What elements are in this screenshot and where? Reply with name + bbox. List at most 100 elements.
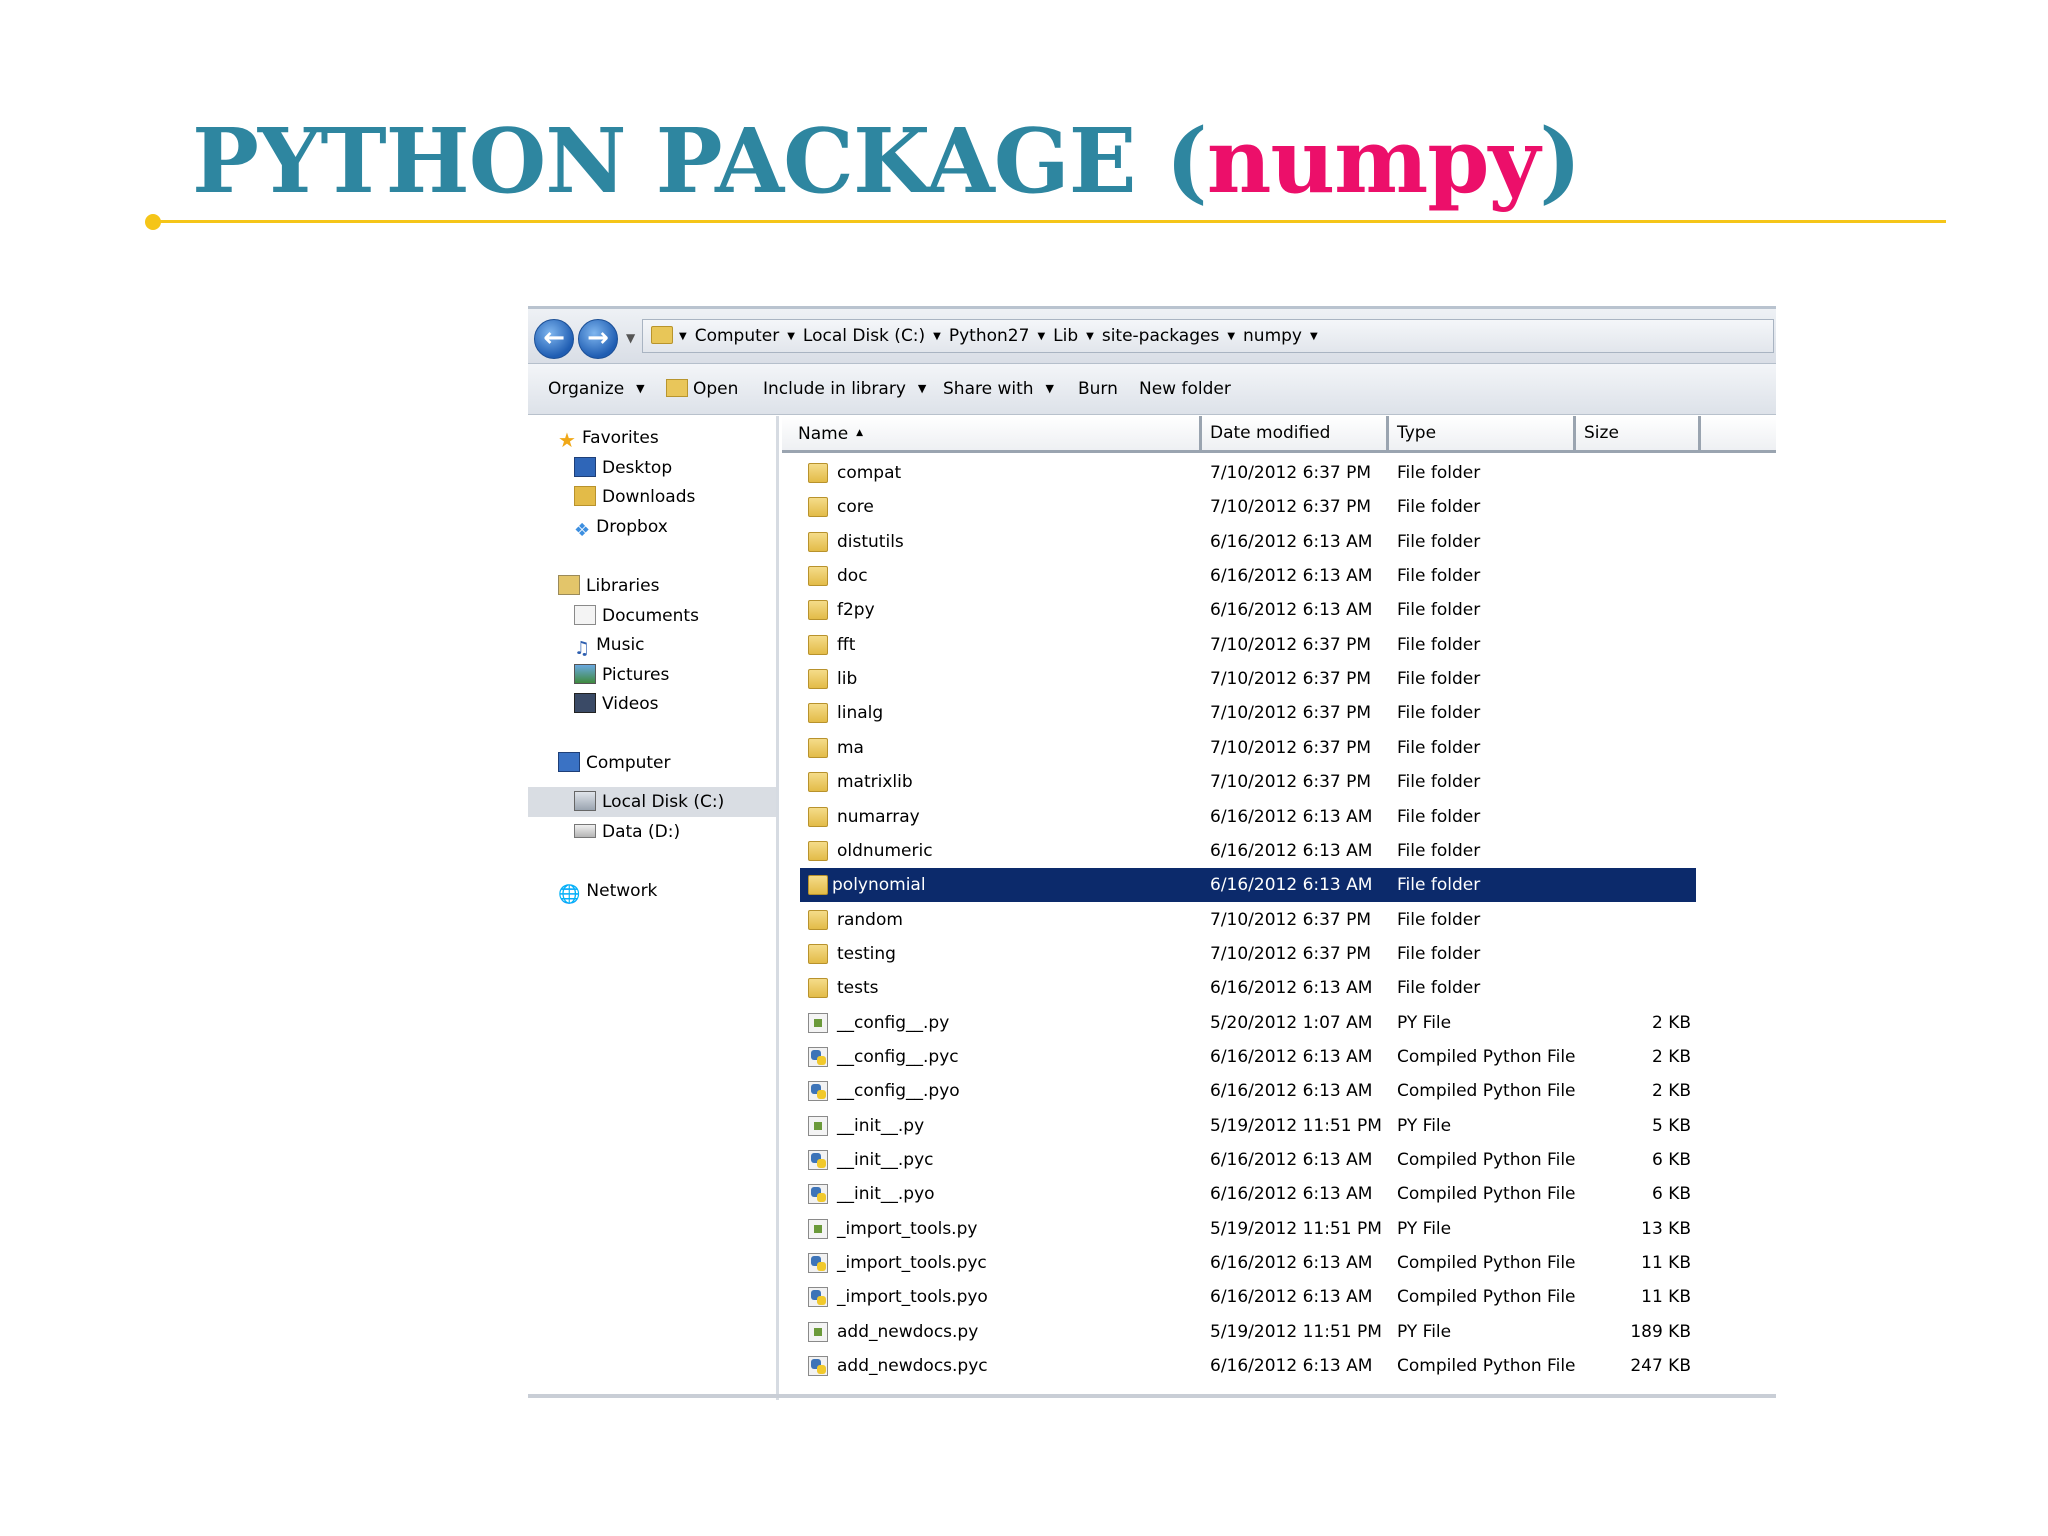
column-type[interactable]: Type — [1389, 416, 1576, 450]
file-row[interactable]: matrixlib 7/10/2012 6:37 PM File folder — [782, 765, 1776, 799]
file-row[interactable]: oldnumeric 6/16/2012 6:13 AM File folder — [782, 834, 1776, 868]
file-type: Compiled Python File — [1397, 1356, 1576, 1377]
nav-dropbox[interactable]: ❖ Dropbox — [574, 514, 668, 541]
file-row[interactable]: lib 7/10/2012 6:37 PM File folder — [782, 662, 1776, 696]
file-row[interactable]: numarray 6/16/2012 6:13 AM File folder — [782, 800, 1776, 834]
title-underline — [150, 220, 1946, 223]
breadcrumb-separator-icon[interactable]: ▼ — [933, 331, 941, 342]
file-size: 11 KB — [1641, 1287, 1691, 1308]
file-row[interactable]: __config__.pyo 6/16/2012 6:13 AM Compiled … — [782, 1074, 1776, 1108]
file-name: add_newdocs.py — [837, 1321, 979, 1342]
nav-music-label: Music — [596, 635, 645, 655]
file-row[interactable]: __config__.pyc 6/16/2012 6:13 AM Compiled … — [782, 1040, 1776, 1074]
breadcrumb-separator-icon[interactable]: ▼ — [1227, 331, 1235, 342]
file-row[interactable]: core 7/10/2012 6:37 PM File folder — [782, 490, 1776, 524]
nav-desktop[interactable]: Desktop — [574, 455, 672, 481]
file-size: 247 KB — [1630, 1356, 1691, 1377]
breadcrumb-item[interactable]: Computer — [695, 326, 780, 346]
file-date-modified: 7/10/2012 6:37 PM — [1210, 497, 1372, 518]
file-row[interactable]: tests 6/16/2012 6:13 AM File folder — [782, 971, 1776, 1005]
python-file-icon — [808, 1321, 828, 1342]
file-date-modified: 7/10/2012 6:37 PM — [1210, 772, 1372, 793]
file-type: File folder — [1397, 806, 1481, 827]
file-type: File folder — [1397, 634, 1481, 655]
compiled-python-icon — [808, 1253, 828, 1274]
nav-pictures[interactable]: Pictures — [574, 662, 669, 688]
folder-icon — [808, 566, 828, 587]
nav-computer[interactable]: Computer — [558, 750, 671, 776]
file-row[interactable]: add_newdocs.py 5/19/2012 11:51 PM PY File 1… — [782, 1315, 1776, 1349]
breadcrumb-separator-icon[interactable]: ▼ — [1310, 331, 1318, 342]
address-bar[interactable]: ▼ Computer ▼ Local Disk (C:) ▼ Python27 ▼ Lib ▼ s… — [642, 319, 1774, 353]
burn-button[interactable]: Burn — [1078, 379, 1118, 399]
chevron-down-icon: ▼ — [636, 382, 645, 395]
breadcrumb-item[interactable]: Lib — [1053, 326, 1078, 346]
file-row[interactable]: doc 6/16/2012 6:13 AM File folder — [782, 559, 1776, 593]
file-row[interactable]: __config__.py 5/20/2012 1:07 AM PY File 2 K… — [782, 1006, 1776, 1040]
file-size: 5 KB — [1651, 1115, 1691, 1136]
column-size[interactable]: Size — [1576, 416, 1701, 450]
nav-favorites[interactable]: ★ Favorites — [558, 425, 659, 452]
file-row[interactable]: f2py 6/16/2012 6:13 AM File folder — [782, 593, 1776, 627]
file-date-modified: 5/19/2012 11:51 PM — [1210, 1321, 1382, 1342]
file-row[interactable]: ma 7/10/2012 6:37 PM File folder — [782, 731, 1776, 765]
desktop-icon — [574, 457, 596, 477]
file-type: File folder — [1397, 600, 1481, 621]
nav-downloads[interactable]: Downloads — [574, 484, 695, 510]
file-row[interactable]: fft 7/10/2012 6:37 PM File folder — [782, 628, 1776, 662]
file-row[interactable]: testing 7/10/2012 6:37 PM File folder — [782, 937, 1776, 971]
folder-icon — [808, 909, 828, 930]
file-row[interactable]: _import_tools.pyo 6/16/2012 6:13 AM Compil… — [782, 1280, 1776, 1314]
file-row[interactable]: distutils 6/16/2012 6:13 AM File folder — [782, 525, 1776, 559]
file-size: 13 KB — [1641, 1218, 1691, 1239]
nav-downloads-label: Downloads — [602, 487, 696, 507]
file-name: oldnumeric — [837, 840, 933, 861]
file-size: 2 KB — [1651, 1081, 1691, 1102]
back-arrow-icon[interactable]: ← — [534, 319, 574, 359]
file-name: compat — [837, 463, 902, 483]
nav-libraries[interactable]: Libraries — [558, 573, 659, 599]
file-row[interactable]: __init__.pyo 6/16/2012 6:13 AM Compiled Py… — [782, 1177, 1776, 1211]
organize-button[interactable]: Organize ▼ — [548, 379, 645, 399]
nav-music[interactable]: ♫ Music — [574, 632, 645, 659]
nav-network[interactable]: 🌐 Network — [558, 878, 657, 905]
file-row[interactable]: compat 7/10/2012 6:37 PM File folder — [782, 456, 1776, 490]
file-date-modified: 5/20/2012 1:07 AM — [1210, 1012, 1373, 1033]
videos-icon — [574, 693, 596, 713]
file-row[interactable]: _import_tools.py 5/19/2012 11:51 PM PY Fil… — [782, 1212, 1776, 1246]
breadcrumb-item[interactable]: Local Disk (C:) — [803, 326, 925, 346]
nav-data-disk[interactable]: Data (D:) — [574, 819, 680, 845]
file-row[interactable]: __init__.py 5/19/2012 11:51 PM PY File 5 KB — [782, 1109, 1776, 1143]
file-row[interactable]: add_newdocs.pyc 6/16/2012 6:13 AM Compiled… — [782, 1349, 1776, 1383]
folder-icon — [808, 634, 828, 655]
breadcrumb-separator-icon[interactable]: ▼ — [1037, 331, 1045, 342]
new-folder-button[interactable]: New folder — [1139, 379, 1231, 399]
breadcrumb-separator-icon[interactable]: ▼ — [679, 331, 687, 342]
include-in-library-button[interactable]: Include in library ▼ — [763, 379, 926, 399]
column-date-modified[interactable]: Date modified — [1202, 416, 1389, 450]
share-with-button[interactable]: Share with ▼ — [943, 379, 1054, 399]
forward-arrow-icon[interactable]: → — [578, 319, 618, 359]
file-name: ma — [837, 737, 864, 758]
include-in-library-label: Include in library — [763, 379, 906, 399]
breadcrumb-separator-icon[interactable]: ▼ — [1086, 331, 1094, 342]
file-row[interactable]: polynomial 6/16/2012 6:13 AM File folder — [800, 868, 1696, 903]
column-name[interactable]: Name ▲ — [782, 416, 1202, 450]
nav-local-disk[interactable]: Local Disk (C:) — [574, 789, 724, 815]
file-date-modified: 7/10/2012 6:37 PM — [1210, 634, 1372, 655]
libraries-icon — [558, 575, 580, 595]
nav-videos[interactable]: Videos — [574, 691, 659, 717]
breadcrumb-item[interactable]: site-packages — [1102, 326, 1219, 346]
history-dropdown-icon[interactable]: ▼ — [626, 331, 635, 345]
breadcrumb-item[interactable]: numpy — [1243, 326, 1302, 346]
breadcrumb-separator-icon[interactable]: ▼ — [787, 331, 795, 342]
file-row[interactable]: linalg 7/10/2012 6:37 PM File folder — [782, 696, 1776, 730]
chevron-down-icon: ▼ — [1045, 382, 1054, 395]
file-row[interactable]: random 7/10/2012 6:37 PM File folder — [782, 903, 1776, 937]
file-row[interactable]: _import_tools.pyc 6/16/2012 6:13 AM Compil… — [782, 1246, 1776, 1280]
nav-documents[interactable]: Documents — [574, 603, 699, 629]
file-row[interactable]: __init__.pyc 6/16/2012 6:13 AM Compiled Py… — [782, 1143, 1776, 1177]
open-button[interactable]: Open — [666, 379, 738, 399]
underline-dot — [145, 214, 161, 230]
breadcrumb-item[interactable]: Python27 — [949, 326, 1030, 346]
